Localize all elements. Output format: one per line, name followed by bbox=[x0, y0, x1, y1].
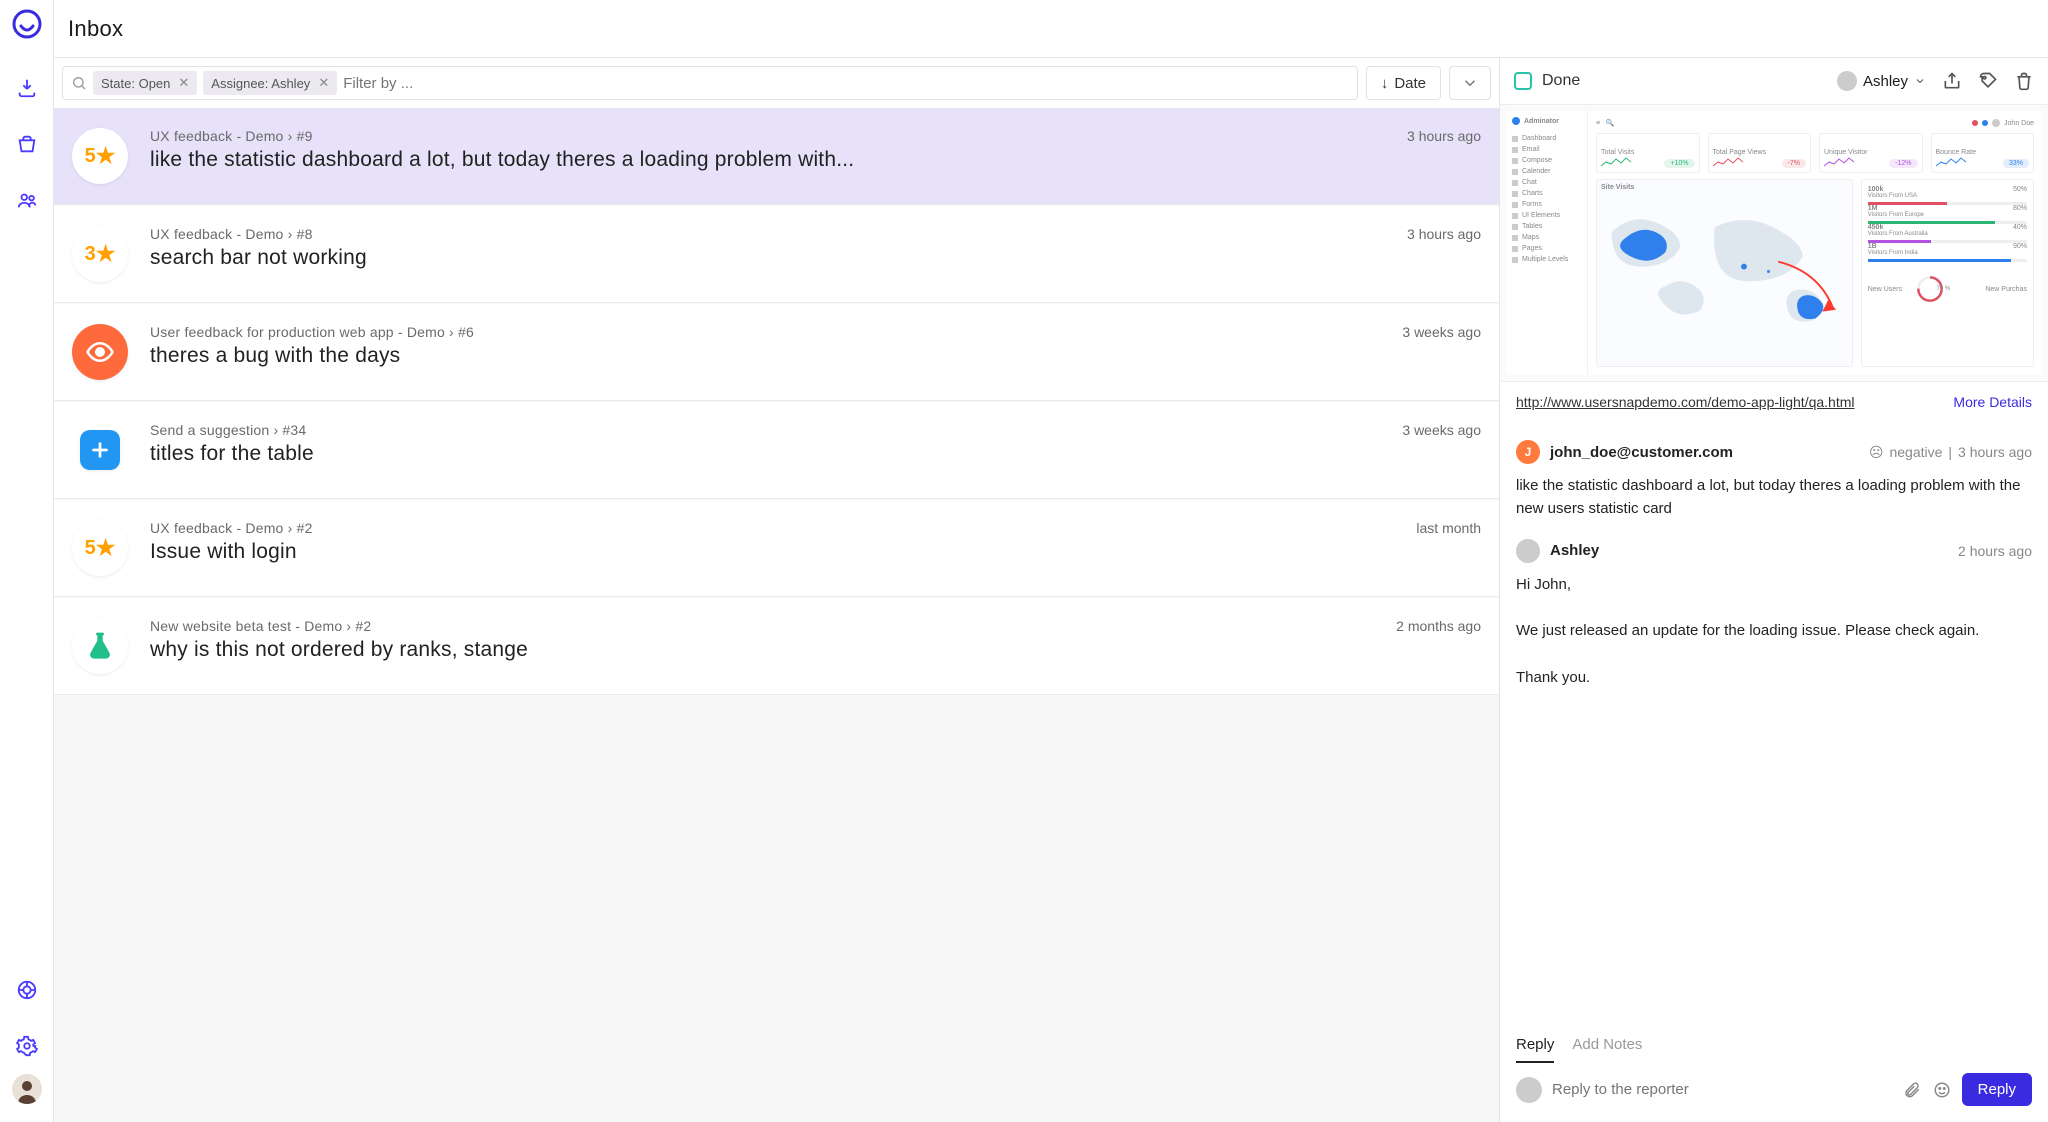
item-title: Issue with login bbox=[150, 540, 1481, 564]
done-label: Done bbox=[1542, 72, 1580, 90]
app-logo bbox=[11, 8, 43, 40]
mock-ring-r: New Purchas bbox=[1985, 286, 2027, 293]
tab-reply[interactable]: Reply bbox=[1516, 1028, 1554, 1063]
reply-button[interactable]: Reply bbox=[1962, 1073, 2032, 1106]
mock-user: John Doe bbox=[2004, 120, 2034, 127]
global-sidebar bbox=[0, 0, 54, 1122]
reporter-email: john_doe@customer.com bbox=[1550, 444, 1733, 461]
settings-nav-icon[interactable] bbox=[15, 1034, 39, 1058]
item-time: last month bbox=[1416, 520, 1481, 536]
more-details-link[interactable]: More Details bbox=[1953, 394, 2032, 410]
share-icon[interactable] bbox=[1942, 71, 1962, 91]
mock-ring-l: New Users bbox=[1868, 286, 1902, 293]
item-source: User feedback for production web app - D… bbox=[150, 324, 474, 340]
reply-compose-avatar bbox=[1516, 1077, 1542, 1103]
sort-arrow-icon: ↓ bbox=[1381, 75, 1389, 92]
feedback-item[interactable]: Send a suggestion › #34 3 weeks ago title… bbox=[54, 402, 1499, 499]
reply-input[interactable] bbox=[1552, 1081, 1892, 1098]
suggestion-badge bbox=[80, 430, 120, 470]
reporter-time: 3 hours ago bbox=[1958, 444, 2032, 460]
item-title: theres a bug with the days bbox=[150, 344, 1481, 368]
item-time: 3 hours ago bbox=[1407, 226, 1481, 242]
eye-badge bbox=[72, 324, 128, 380]
done-checkbox-icon[interactable] bbox=[1514, 72, 1532, 90]
feedback-item[interactable]: 3★ UX feedback - Demo › #8 3 hours ago se… bbox=[54, 206, 1499, 303]
conversation: J john_doe@customer.com ☹ negative | 3 h… bbox=[1500, 422, 2048, 1028]
emoji-icon[interactable] bbox=[1932, 1080, 1952, 1100]
done-toggle[interactable]: Done bbox=[1514, 72, 1580, 90]
help-nav-icon[interactable] bbox=[15, 978, 39, 1002]
feedback-source-url[interactable]: http://www.usersnapdemo.com/demo-app-lig… bbox=[1516, 394, 1855, 410]
mock-ring-pct: 75 % bbox=[1936, 286, 1950, 292]
filter-input[interactable] bbox=[343, 75, 1349, 92]
item-title: titles for the table bbox=[150, 442, 1481, 466]
chevron-down-icon bbox=[1914, 75, 1926, 87]
mock-map-title: Site Visits bbox=[1597, 180, 1852, 195]
assignee-name: Ashley bbox=[1863, 73, 1908, 90]
people-nav-icon[interactable] bbox=[15, 188, 39, 212]
inbox-nav-icon[interactable] bbox=[15, 76, 39, 100]
reply-message: Hi John, We just released an update for … bbox=[1516, 573, 2032, 689]
feedback-item[interactable]: New website beta test - Demo › #2 2 month… bbox=[54, 598, 1499, 695]
beta-badge bbox=[72, 618, 128, 674]
remove-chip-icon[interactable]: ✕ bbox=[318, 75, 329, 91]
assignee-picker[interactable]: Ashley bbox=[1837, 71, 1926, 91]
item-source: Send a suggestion › #34 bbox=[150, 422, 306, 438]
reply-tabs: Reply Add Notes bbox=[1500, 1028, 2048, 1063]
feedback-items: 5★ UX feedback - Demo › #9 3 hours ago li… bbox=[54, 108, 1499, 1122]
item-title: why is this not ordered by ranks, stange bbox=[150, 638, 1481, 662]
reporter-message: like the statistic dashboard a lot, but … bbox=[1516, 474, 2032, 521]
projects-nav-icon[interactable] bbox=[15, 132, 39, 156]
feedback-detail-column: Done Ashley bbox=[1500, 58, 2048, 1122]
page-header: Inbox bbox=[54, 0, 2048, 58]
sort-label: Date bbox=[1394, 75, 1426, 92]
list-toolbar: State: Open ✕ Assignee: Ashley ✕ ↓ Date bbox=[54, 58, 1499, 108]
item-source: UX feedback - Demo › #9 bbox=[150, 128, 313, 144]
sort-button[interactable]: ↓ Date bbox=[1366, 66, 1441, 100]
filter-chip-state-label: State: Open bbox=[101, 76, 170, 91]
item-source: UX feedback - Demo › #2 bbox=[150, 520, 313, 536]
rating-badge: 5★ bbox=[72, 128, 128, 184]
trash-icon[interactable] bbox=[2014, 71, 2034, 91]
reporter-avatar: J bbox=[1516, 440, 1540, 464]
item-time: 2 months ago bbox=[1396, 618, 1481, 634]
assignee-avatar bbox=[1837, 71, 1857, 91]
detail-top-bar: Done Ashley bbox=[1500, 58, 2048, 104]
sort-options-button[interactable] bbox=[1449, 66, 1491, 100]
reply-avatar bbox=[1516, 539, 1540, 563]
reply-author: Ashley bbox=[1550, 542, 1599, 559]
item-time: 3 weeks ago bbox=[1402, 422, 1481, 438]
current-user-avatar[interactable] bbox=[12, 1074, 42, 1104]
filter-chip-assignee-label: Assignee: Ashley bbox=[211, 76, 310, 91]
feedback-list-column: State: Open ✕ Assignee: Ashley ✕ ↓ Date bbox=[54, 58, 1500, 1122]
feedback-item[interactable]: 5★ UX feedback - Demo › #2 last month Iss… bbox=[54, 500, 1499, 597]
filter-chip-state[interactable]: State: Open ✕ bbox=[93, 71, 197, 95]
feedback-item[interactable]: User feedback for production web app - D… bbox=[54, 304, 1499, 401]
feedback-item[interactable]: 5★ UX feedback - Demo › #9 3 hours ago li… bbox=[54, 108, 1499, 205]
item-title: like the statistic dashboard a lot, but … bbox=[150, 148, 1481, 172]
attachment-icon[interactable] bbox=[1902, 1080, 1922, 1100]
item-source: New website beta test - Demo › #2 bbox=[150, 618, 371, 634]
star-icon: ★ bbox=[96, 143, 116, 169]
remove-chip-icon[interactable]: ✕ bbox=[178, 75, 189, 91]
item-title: search bar not working bbox=[150, 246, 1481, 270]
filter-chip-assignee[interactable]: Assignee: Ashley ✕ bbox=[203, 71, 337, 95]
item-time: 3 hours ago bbox=[1407, 128, 1481, 144]
sentiment-label: negative bbox=[1889, 444, 1942, 460]
feedback-screenshot[interactable]: Adminator DashboardEmailComposeCalenderC… bbox=[1500, 104, 2048, 382]
star-icon: ★ bbox=[96, 535, 116, 561]
rating-badge: 3★ bbox=[72, 226, 128, 282]
item-source: UX feedback - Demo › #8 bbox=[150, 226, 313, 242]
sentiment-icon: ☹ bbox=[1869, 444, 1884, 461]
reply-time: 2 hours ago bbox=[1958, 543, 2032, 559]
mock-brand: Adminator bbox=[1524, 118, 1559, 125]
page-title: Inbox bbox=[68, 16, 123, 42]
tab-notes[interactable]: Add Notes bbox=[1572, 1028, 1642, 1063]
tag-icon[interactable] bbox=[1978, 71, 1998, 91]
rating-badge: 5★ bbox=[72, 520, 128, 576]
item-time: 3 weeks ago bbox=[1402, 324, 1481, 340]
filter-box[interactable]: State: Open ✕ Assignee: Ashley ✕ bbox=[62, 66, 1358, 100]
star-icon: ★ bbox=[96, 241, 116, 267]
search-icon bbox=[71, 75, 87, 91]
